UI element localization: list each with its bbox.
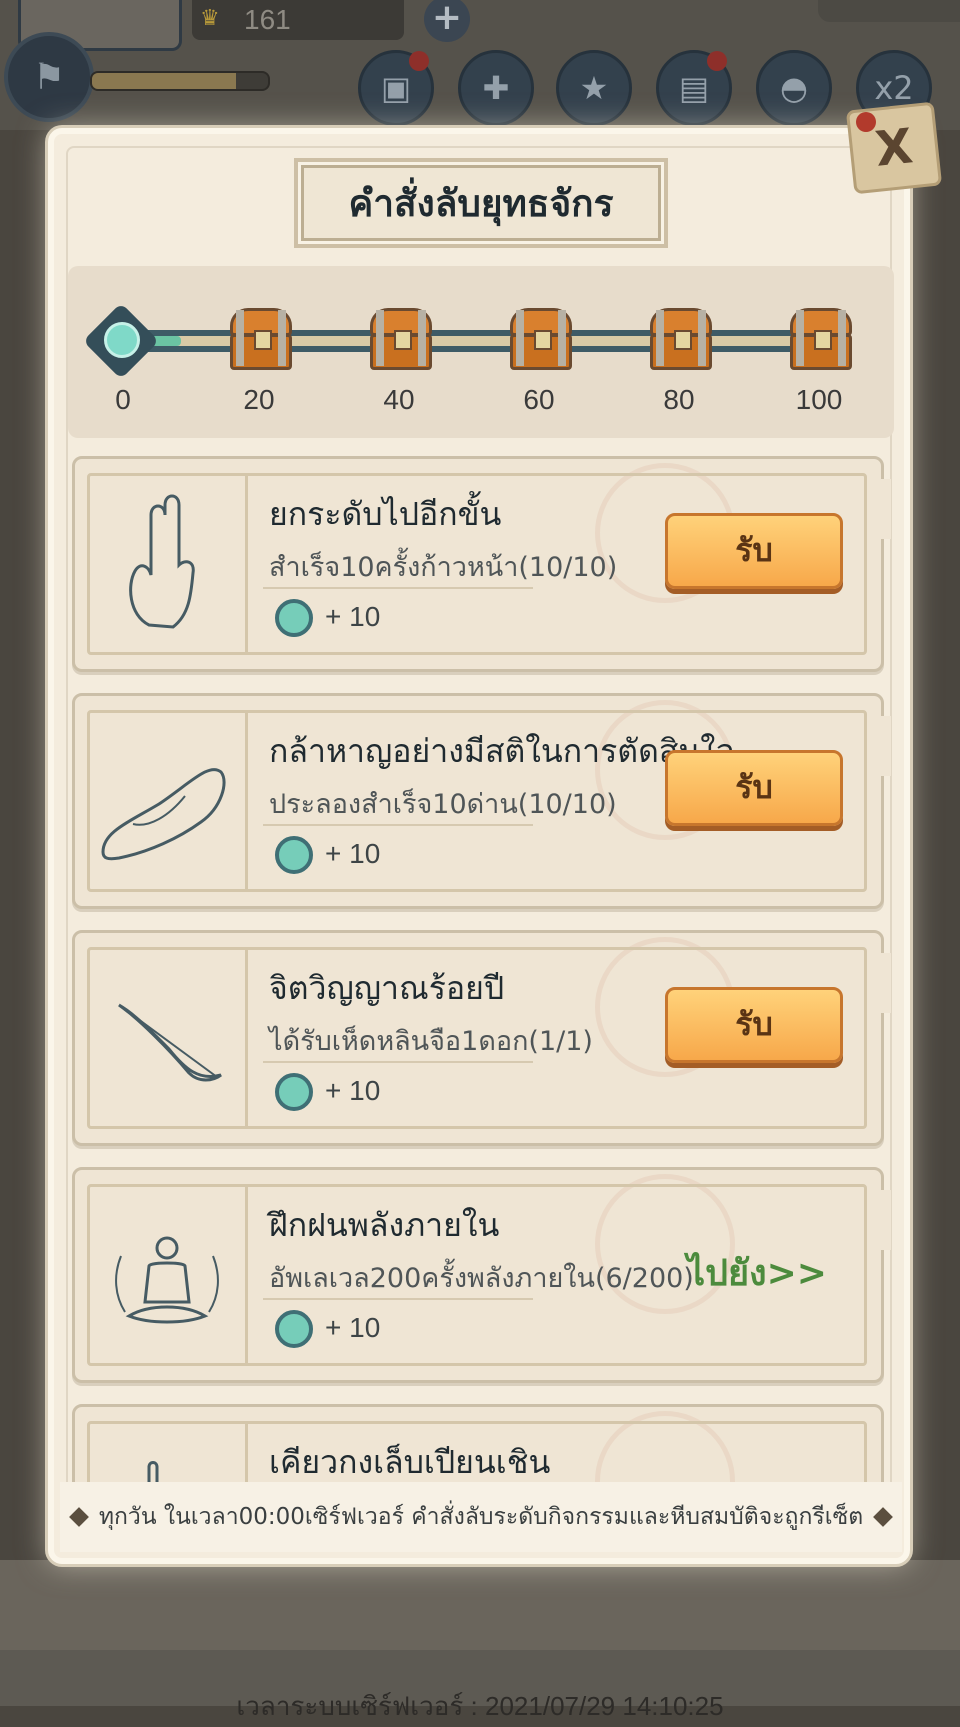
milestone-label: 20 <box>243 384 275 415</box>
task-card: กล้าหาญอย่างมีสติในการตัดสินใจ ประลองสำเ… <box>72 693 891 909</box>
task-icon-box <box>89 475 248 653</box>
reward-amount: + 10 <box>325 1312 381 1343</box>
divider <box>263 824 533 826</box>
task-icon-box <box>89 949 248 1127</box>
reward-chest-100[interactable] <box>788 306 854 372</box>
title-plate: คำสั่งลับยุทธจักร <box>294 158 668 248</box>
flag-icon[interactable]: ⚑ <box>4 32 94 122</box>
task-progress: อัพเลเวล200ครั้งพลังภายใน(6/200) <box>269 1263 694 1294</box>
helmet-icon[interactable]: ◓ <box>756 50 832 126</box>
task-progress: ได้รับเห็ดหลินจือ1ดอก(1/1) <box>269 1026 593 1057</box>
reward-amount: + 10 <box>325 601 381 632</box>
task-title: ยกระดับไปอีกขั้น <box>269 495 502 533</box>
goto-link[interactable]: ไปยัง>> <box>687 1244 827 1301</box>
hand-gesture-icon <box>129 494 195 629</box>
progress-track-box <box>68 266 894 438</box>
task-icon-box <box>89 1186 248 1364</box>
reward-amount: + 10 <box>325 1075 381 1106</box>
gold-counter: ♛ 161 <box>192 0 404 40</box>
meditation-icon <box>115 1236 219 1324</box>
notification-dot <box>707 51 727 71</box>
task-card: ฝึกฝนพลังภายใน อัพเลเวล200ครั้งพลังภายใน… <box>72 1167 891 1383</box>
task-title: ฝึกฝนพลังภายใน <box>269 1206 500 1244</box>
milestone-label: 80 <box>663 384 695 415</box>
exp-bar <box>90 71 270 91</box>
notification-dot <box>409 51 429 71</box>
divider <box>263 1298 533 1300</box>
scroll-icon[interactable]: ▤ <box>656 50 732 126</box>
task-card: เคียวกงเล็บเปียนเชิน <box>72 1404 884 1482</box>
task-title: เคียวกงเล็บเปียนเชิน <box>269 1443 551 1481</box>
pin-icon <box>856 112 876 132</box>
server-time: เวลาระบบเซิร์ฟเวอร์ : 2021/07/29 14:10:2… <box>236 1691 724 1721</box>
gold-ingot-icon: ♛ <box>200 6 220 31</box>
paper-edge <box>875 953 891 1013</box>
jade-gem-icon <box>275 599 313 637</box>
task-card: ยกระดับไปอีกขั้น สำเร็จ10ครั้งก้าวหน้า(1… <box>72 456 891 672</box>
paper-edge <box>875 1190 891 1250</box>
milestone-label: 40 <box>383 384 415 415</box>
milestone-label: 60 <box>523 384 555 415</box>
divider <box>263 587 533 589</box>
claim-button[interactable]: รับ <box>665 750 843 826</box>
task-progress: ประลองสำเร็จ10ด่าน(10/10) <box>269 789 617 820</box>
treasure-chest-icon[interactable]: ▣ <box>358 50 434 126</box>
hand-icon <box>147 1461 159 1482</box>
ornament-icon <box>69 1507 89 1527</box>
exp-bar-fill <box>92 73 237 89</box>
task-card: จิตวิญญาณร้อยปี ได้รับเห็ดหลินจือ1ดอก(1/… <box>72 930 891 1146</box>
milestone-label: 0 <box>115 384 131 415</box>
reward-amount: + 10 <box>325 838 381 869</box>
paper-edge <box>875 479 891 539</box>
reward-chest-20[interactable] <box>228 306 294 372</box>
close-icon: X <box>872 118 916 178</box>
background-artwork <box>0 1560 960 1650</box>
gold-value: 161 <box>244 4 291 35</box>
jade-gem-icon <box>275 1310 313 1348</box>
badge-icon[interactable]: ★ <box>556 50 632 126</box>
panel-title: คำสั่งลับยุทธจักร <box>348 181 614 225</box>
shoe-icon <box>101 768 226 861</box>
task-list[interactable]: ยกระดับไปอีกขั้น สำเร็จ10ครั้งก้าวหน้า(1… <box>66 452 896 1482</box>
gift-icon[interactable]: ✚ <box>458 50 534 126</box>
task-title: จิตวิญญาณร้อยปี <box>269 969 505 1007</box>
reset-note: ทุกวัน ในเวลา00:00เซิร์ฟเวอร์ คำสั่งลับร… <box>98 1504 864 1530</box>
reward-chest-40[interactable] <box>368 306 434 372</box>
milestone-label: 100 <box>795 384 843 415</box>
divider <box>263 1061 533 1063</box>
paper-edge <box>875 716 891 776</box>
task-progress: สำเร็จ10ครั้งก้าวหน้า(10/10) <box>269 552 618 583</box>
feather-icon <box>118 1003 222 1082</box>
jade-gem-icon <box>275 836 313 874</box>
claim-button[interactable]: รับ <box>665 987 843 1063</box>
task-icon-box <box>89 1423 248 1482</box>
reward-chest-80[interactable] <box>648 306 714 372</box>
speed-label: x2 <box>874 69 914 107</box>
jade-gem-icon <box>275 1073 313 1111</box>
claim-button[interactable]: รับ <box>665 513 843 589</box>
task-icon-box <box>89 712 248 890</box>
top-right-pill <box>818 0 960 22</box>
ornament-icon <box>873 1507 893 1527</box>
reset-note-bar: ทุกวัน ในเวลา00:00เซิร์ฟเวอร์ คำสั่งลับร… <box>60 1482 902 1552</box>
reward-chest-60[interactable] <box>508 306 574 372</box>
jade-gem-icon <box>104 322 140 358</box>
